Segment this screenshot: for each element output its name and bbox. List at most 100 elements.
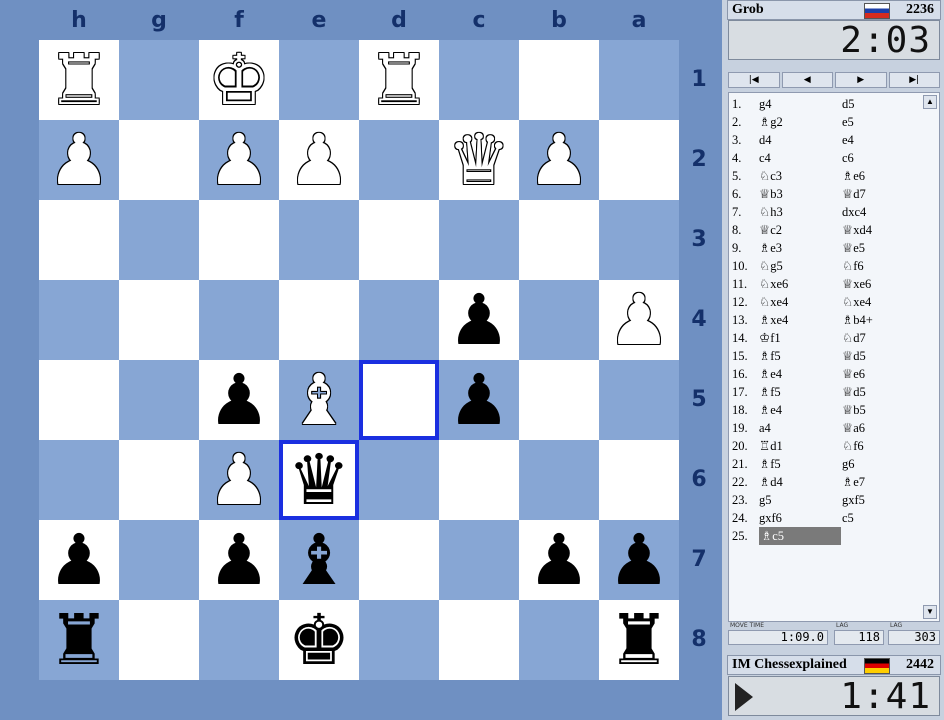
black-move[interactable]: ♕d5 bbox=[842, 383, 922, 401]
black-move[interactable]: ♗e7 bbox=[842, 473, 922, 491]
scroll-up-icon[interactable]: ▲ bbox=[923, 95, 937, 109]
black-move[interactable]: e4 bbox=[842, 131, 922, 149]
square-g3[interactable] bbox=[119, 200, 199, 280]
first-move-button[interactable]: |◀ bbox=[728, 72, 780, 88]
move-row[interactable]: 25. ♗c5 bbox=[729, 527, 923, 545]
move-row[interactable]: 19. a4 ♕a6 bbox=[729, 419, 923, 437]
black-pawn-icon[interactable]: ♟ bbox=[448, 280, 511, 360]
move-row[interactable]: 12. ♘xe4 ♘xe4 bbox=[729, 293, 923, 311]
square-f1[interactable]: ♚ bbox=[199, 40, 279, 120]
square-d6[interactable] bbox=[359, 440, 439, 520]
scroll-down-icon[interactable]: ▼ bbox=[923, 605, 937, 619]
move-row[interactable]: 7. ♘h3 dxc4 bbox=[729, 203, 923, 221]
black-pawn-icon[interactable]: ♟ bbox=[208, 520, 271, 600]
square-h7[interactable]: ♟ bbox=[39, 520, 119, 600]
square-a8[interactable]: ♜ bbox=[599, 600, 679, 680]
white-move[interactable]: ♗g2 bbox=[759, 113, 839, 131]
square-h3[interactable] bbox=[39, 200, 119, 280]
square-g1[interactable] bbox=[119, 40, 199, 120]
black-pawn-icon[interactable]: ♟ bbox=[448, 360, 511, 440]
square-f6[interactable]: ♟ bbox=[199, 440, 279, 520]
square-b4[interactable] bbox=[519, 280, 599, 360]
square-f4[interactable] bbox=[199, 280, 279, 360]
square-d8[interactable] bbox=[359, 600, 439, 680]
white-move[interactable]: ♘xe6 bbox=[759, 275, 839, 293]
white-move[interactable]: ♗xe4 bbox=[759, 311, 839, 329]
square-e1[interactable] bbox=[279, 40, 359, 120]
square-e8[interactable]: ♚ bbox=[279, 600, 359, 680]
white-move[interactable]: a4 bbox=[759, 419, 839, 437]
black-bishop-icon[interactable]: ♝ bbox=[288, 520, 351, 600]
square-c3[interactable] bbox=[439, 200, 519, 280]
square-e7[interactable]: ♝ bbox=[279, 520, 359, 600]
white-move[interactable]: ♘c3 bbox=[759, 167, 839, 185]
square-e3[interactable] bbox=[279, 200, 359, 280]
white-move[interactable]: g4 bbox=[759, 95, 839, 113]
square-d5[interactable] bbox=[359, 360, 439, 440]
move-row[interactable]: 20. ♖d1 ♘f6 bbox=[729, 437, 923, 455]
white-move[interactable]: gxf6 bbox=[759, 509, 839, 527]
black-queen-icon[interactable]: ♛ bbox=[288, 440, 351, 520]
move-row[interactable]: 11. ♘xe6 ♕xe6 bbox=[729, 275, 923, 293]
black-move[interactable]: ♗e6 bbox=[842, 167, 922, 185]
white-pawn-icon[interactable]: ♟ bbox=[48, 120, 111, 200]
black-move[interactable]: gxf5 bbox=[842, 491, 922, 509]
move-row[interactable]: 8. ♕c2 ♕xd4 bbox=[729, 221, 923, 239]
black-move[interactable]: e5 bbox=[842, 113, 922, 131]
black-move[interactable]: ♕d5 bbox=[842, 347, 922, 365]
square-e4[interactable] bbox=[279, 280, 359, 360]
square-e2[interactable]: ♟ bbox=[279, 120, 359, 200]
square-f5[interactable]: ♟ bbox=[199, 360, 279, 440]
chess-board[interactable]: ♜ ♚ ♜ ♟ ♟ ♟ ♛ ♟ ♟ ♟ ♟ ♝ ♟ ♟ ♛ ♟ ♟ ♝ ♟ ♟ ♜ ♚ ♜ bbox=[39, 40, 679, 680]
square-h8[interactable]: ♜ bbox=[39, 600, 119, 680]
white-king-icon[interactable]: ♚ bbox=[208, 40, 271, 120]
white-pawn-icon[interactable]: ♟ bbox=[528, 120, 591, 200]
square-b1[interactable] bbox=[519, 40, 599, 120]
white-move[interactable]: g5 bbox=[759, 491, 839, 509]
square-a5[interactable] bbox=[599, 360, 679, 440]
white-move[interactable]: ♗d4 bbox=[759, 473, 839, 491]
square-d3[interactable] bbox=[359, 200, 439, 280]
move-row[interactable]: 3. d4 e4 bbox=[729, 131, 923, 149]
black-pawn-icon[interactable]: ♟ bbox=[608, 520, 671, 600]
black-move[interactable]: ♕xd4 bbox=[842, 221, 922, 239]
white-pawn-icon[interactable]: ♟ bbox=[208, 120, 271, 200]
move-list[interactable]: 1. g4 d5 2. ♗g2 e5 3. d4 e4 4. c4 c6 5. ♘c3 ♗e6 6. ♕b3 ♕d… bbox=[728, 92, 940, 622]
black-move[interactable]: g6 bbox=[842, 455, 922, 473]
black-king-icon[interactable]: ♚ bbox=[288, 600, 351, 680]
square-e5[interactable]: ♝ bbox=[279, 360, 359, 440]
square-h4[interactable] bbox=[39, 280, 119, 360]
white-move[interactable]: ♗f5 bbox=[759, 455, 839, 473]
move-row[interactable]: 16. ♗e4 ♕e6 bbox=[729, 365, 923, 383]
white-move[interactable]: d4 bbox=[759, 131, 839, 149]
white-move[interactable]: c4 bbox=[759, 149, 839, 167]
black-move[interactable]: d5 bbox=[842, 95, 922, 113]
move-row[interactable]: 2. ♗g2 e5 bbox=[729, 113, 923, 131]
square-d1[interactable]: ♜ bbox=[359, 40, 439, 120]
black-pawn-icon[interactable]: ♟ bbox=[48, 520, 111, 600]
white-rook-icon[interactable]: ♜ bbox=[48, 40, 111, 120]
black-move[interactable]: ♕b5 bbox=[842, 401, 922, 419]
white-move[interactable]: ♘g5 bbox=[759, 257, 839, 275]
move-row[interactable]: 10. ♘g5 ♘f6 bbox=[729, 257, 923, 275]
square-e6[interactable]: ♛ bbox=[279, 440, 359, 520]
square-a2[interactable] bbox=[599, 120, 679, 200]
square-b8[interactable] bbox=[519, 600, 599, 680]
white-move[interactable]: ♕b3 bbox=[759, 185, 839, 203]
move-row[interactable]: 17. ♗f5 ♕d5 bbox=[729, 383, 923, 401]
move-row[interactable]: 15. ♗f5 ♕d5 bbox=[729, 347, 923, 365]
white-move[interactable]: ♗c5 bbox=[759, 527, 841, 545]
square-c6[interactable] bbox=[439, 440, 519, 520]
white-queen-icon[interactable]: ♛ bbox=[448, 120, 511, 200]
white-bishop-icon[interactable]: ♝ bbox=[288, 360, 351, 440]
square-f3[interactable] bbox=[199, 200, 279, 280]
white-move[interactable]: ♗f5 bbox=[759, 383, 839, 401]
square-a4[interactable]: ♟ bbox=[599, 280, 679, 360]
white-move[interactable]: ♖d1 bbox=[759, 437, 839, 455]
black-rook-icon[interactable]: ♜ bbox=[48, 600, 111, 680]
black-pawn-icon[interactable]: ♟ bbox=[528, 520, 591, 600]
previous-move-button[interactable]: ◀ bbox=[781, 72, 833, 88]
square-a3[interactable] bbox=[599, 200, 679, 280]
square-c2[interactable]: ♛ bbox=[439, 120, 519, 200]
white-move[interactable]: ♗e4 bbox=[759, 365, 839, 383]
